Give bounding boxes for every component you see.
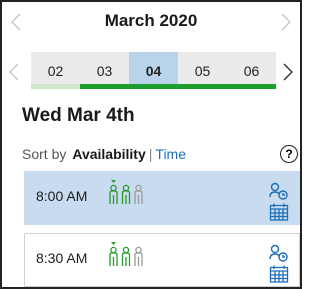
sort-separator: |	[148, 146, 153, 162]
day-cell[interactable]: 06	[227, 52, 276, 89]
day-cell[interactable]: 02	[31, 52, 80, 89]
time-slot[interactable]: 8:30 AM	[24, 233, 300, 287]
help-icon[interactable]: ?	[280, 145, 298, 163]
assign-person-icon[interactable]	[269, 182, 289, 200]
sort-label: Sort by	[22, 146, 67, 162]
sort-time-option[interactable]: Time	[155, 146, 186, 162]
day-label: 06	[243, 62, 260, 79]
availability-bar	[80, 84, 129, 89]
day-strip: 02 03 04 05 06	[2, 44, 300, 89]
month-header: March 2020	[2, 2, 300, 40]
slot-actions	[269, 244, 291, 283]
sort-availability-option[interactable]: Availability	[72, 146, 145, 162]
month-title: March 2020	[104, 11, 198, 30]
availability-bar	[178, 84, 227, 89]
chevron-right-icon	[283, 63, 293, 81]
availability-people-icon	[109, 242, 143, 266]
day-cell[interactable]: 05	[178, 52, 227, 89]
day-cell[interactable]: 03	[80, 52, 129, 89]
slot-actions	[269, 182, 291, 221]
appointment-scheduler: March 2020 02 03 04 05 06 Wed Mar 4th So…	[0, 0, 302, 289]
availability-bar	[227, 84, 276, 89]
selected-date-heading: Wed Mar 4th	[22, 105, 135, 126]
next-month-button[interactable]	[278, 10, 294, 34]
assign-person-icon[interactable]	[269, 244, 289, 262]
day-cell-selected[interactable]: 04	[129, 52, 178, 89]
prev-days-button[interactable]	[6, 60, 22, 84]
calendar-icon[interactable]	[269, 265, 289, 283]
day-label: 05	[194, 62, 211, 79]
day-label: 02	[47, 62, 64, 79]
next-days-button[interactable]	[280, 60, 296, 84]
availability-bar	[129, 84, 178, 89]
slot-time: 8:30 AM	[36, 250, 88, 266]
day-label: 04	[145, 62, 162, 79]
calendar-icon[interactable]	[269, 203, 289, 221]
availability-people-icon	[109, 180, 143, 204]
slot-time: 8:00 AM	[36, 188, 88, 204]
chevron-right-icon	[281, 13, 291, 31]
chevron-left-icon	[9, 63, 19, 81]
time-slot-selected[interactable]: 8:00 AM	[24, 171, 300, 225]
day-label: 03	[96, 62, 113, 79]
sort-bar: Sort by Availability | Time ?	[22, 145, 300, 164]
availability-bar	[31, 84, 80, 89]
